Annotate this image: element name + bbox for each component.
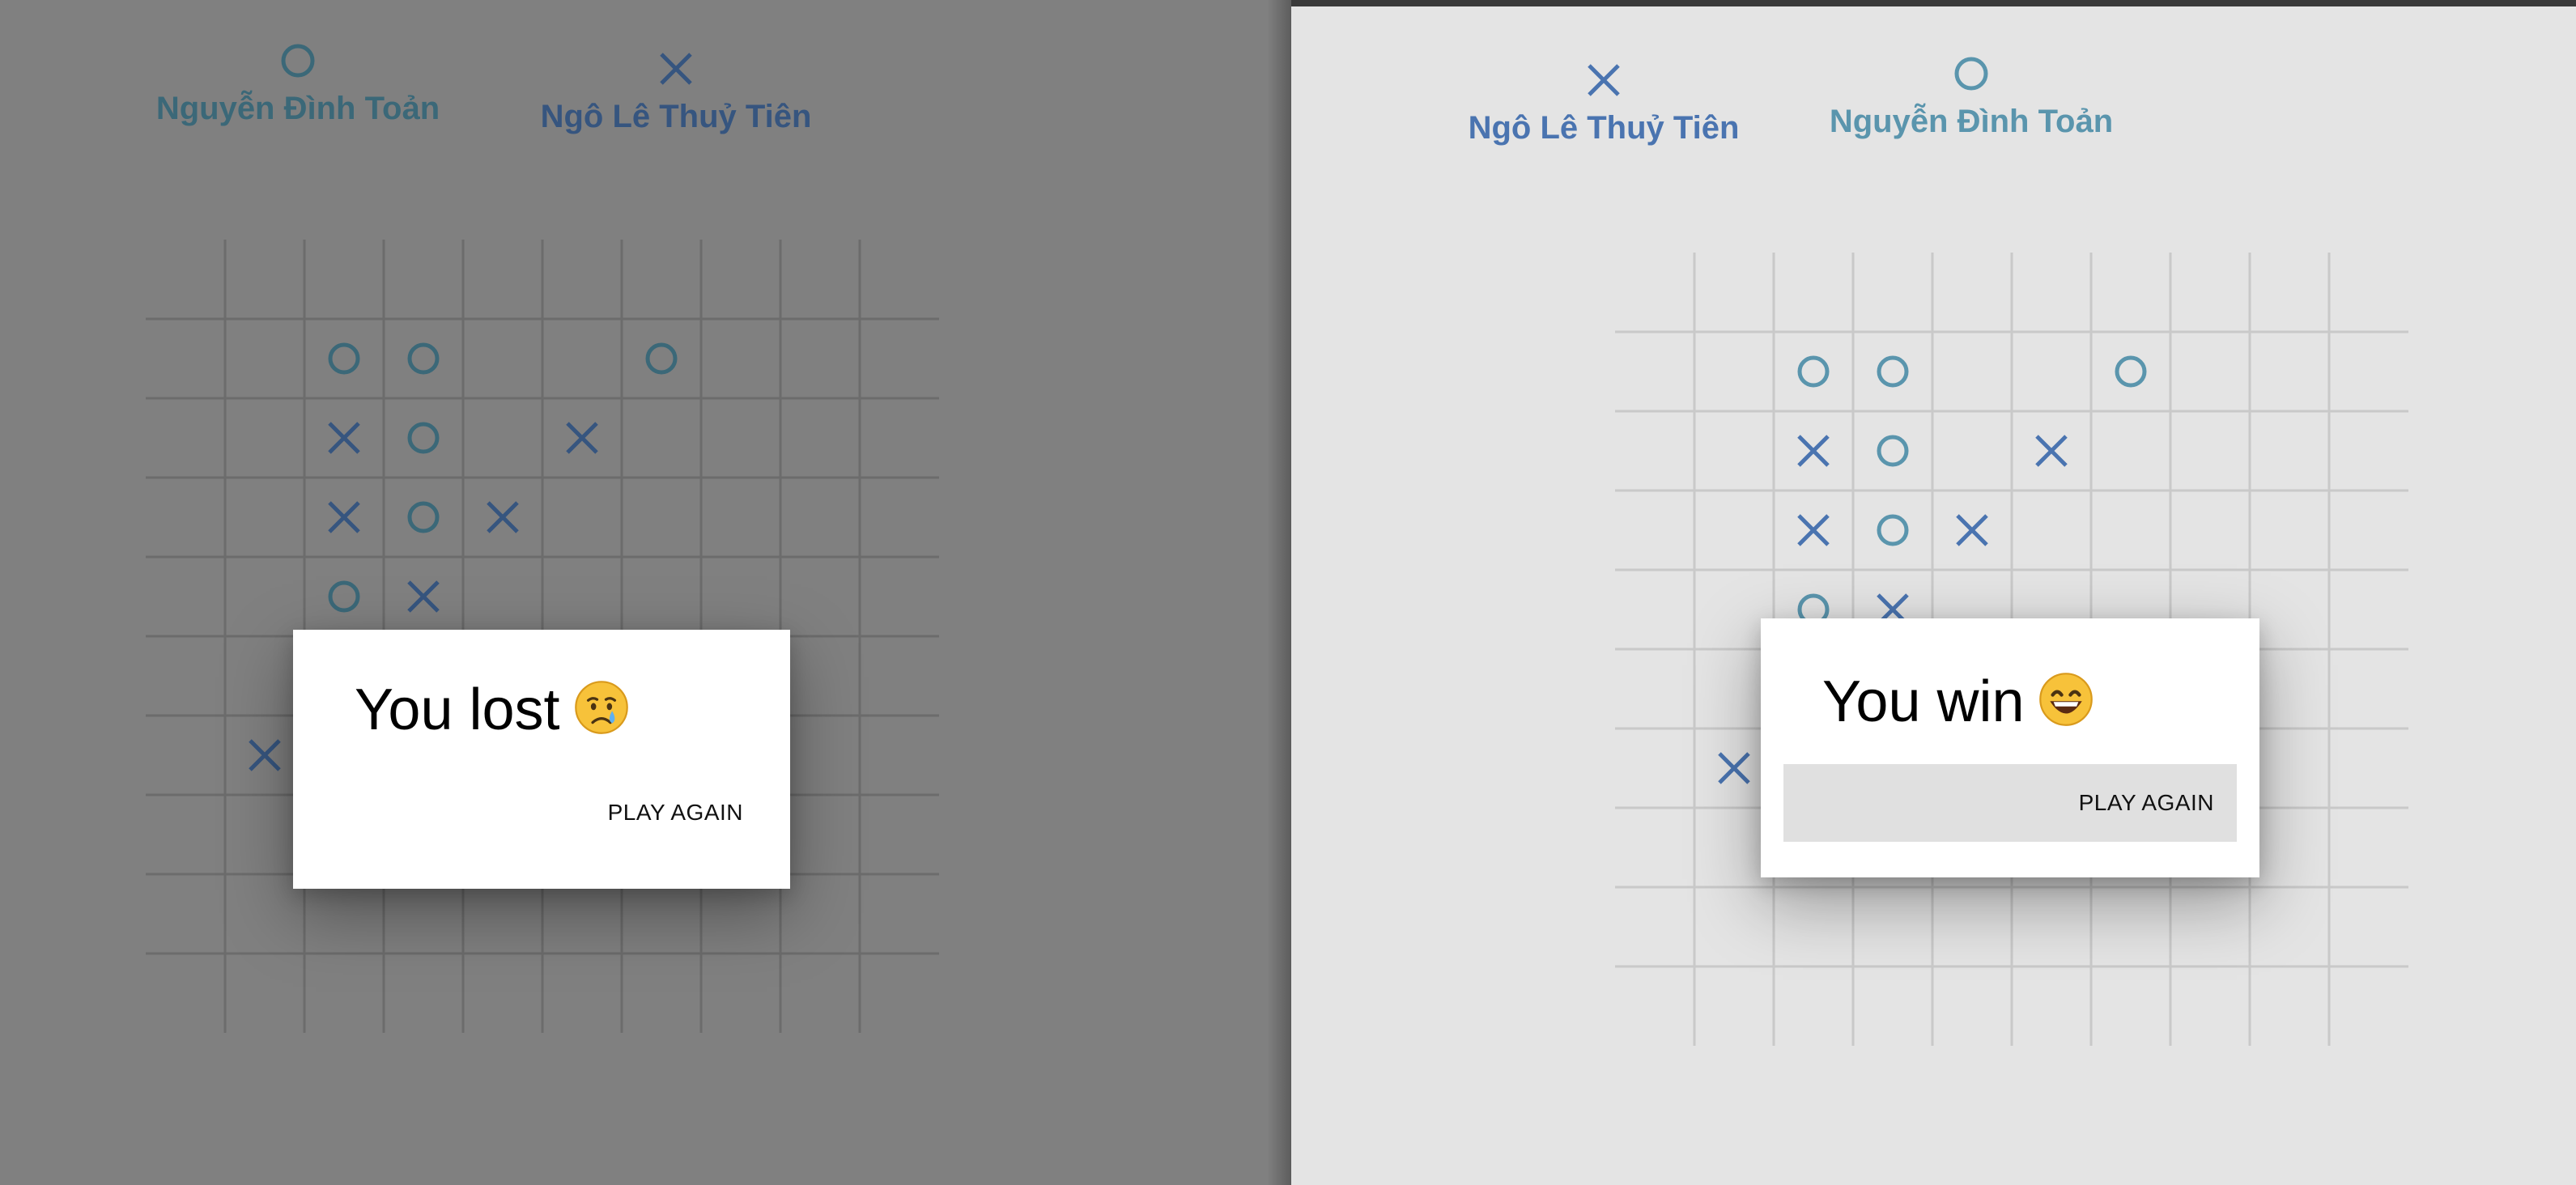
player-name: Nguyễn Đình Toản [1829,104,2114,139]
player-left-2: Ngô Lê Thuỷ Tiên [514,50,838,135]
x-mark [566,422,598,454]
left-game-window: Nguyễn Đình Toản Ngô Lê Thuỷ Tiên You lo… [0,0,1291,1185]
o-mark [407,422,440,454]
o-mark [407,342,440,375]
o-mark [1877,435,1909,467]
o-mark [1877,514,1909,546]
crying-face-icon [574,681,628,734]
x-mark [328,422,360,454]
play-again-button[interactable]: PLAY AGAIN [608,800,743,826]
screen: Nguyễn Đình Toản Ngô Lê Thuỷ Tiên You lo… [0,0,2576,1185]
window-shadow [1267,0,1291,1185]
o-mark [407,501,440,533]
cross-icon [1588,64,1620,96]
result-dialog: You lost PLAY AGAIN [293,630,790,889]
player-right-2: Nguyễn Đình Toản [1809,55,2133,140]
dialog-title-text: You lost [355,677,560,742]
o-mark [1797,355,1830,388]
player-name: Ngô Lê Thuỷ Tiên [1468,110,1740,146]
x-mark [249,739,281,771]
x-mark [407,580,440,613]
window-top-bar [1291,0,2576,6]
player-left-1: Nguyễn Đình Toản [136,42,460,127]
player-right-1: Ngô Lê Thuỷ Tiên [1442,62,1766,147]
x-mark [487,501,519,533]
grinning-face-icon [2038,673,2093,726]
x-mark [2035,435,2068,467]
circle-icon [281,44,315,78]
x-mark [1797,435,1830,467]
o-mark [328,580,360,613]
x-mark [1956,514,1988,546]
dialog-title: You win [1822,669,2094,735]
right-game-window: Ngô Lê Thuỷ Tiên Nguyễn Đình Toản You wi… [1291,0,2576,1185]
dialog-title: You lost [355,677,630,743]
result-dialog: You win PLAY AGAIN [1761,618,2259,877]
x-mark [328,501,360,533]
o-mark [2115,355,2147,388]
x-mark [1797,514,1830,546]
x-mark [1718,752,1750,784]
dialog-title-text: You win [1822,669,2025,734]
o-mark [328,342,360,375]
player-name: Ngô Lê Thuỷ Tiên [540,99,812,134]
player-name: Nguyễn Đình Toản [155,91,440,126]
circle-icon [1954,57,1988,91]
play-again-button[interactable]: PLAY AGAIN [1783,764,2237,842]
o-mark [645,342,678,375]
cross-icon [660,53,692,85]
o-mark [1877,355,1909,388]
